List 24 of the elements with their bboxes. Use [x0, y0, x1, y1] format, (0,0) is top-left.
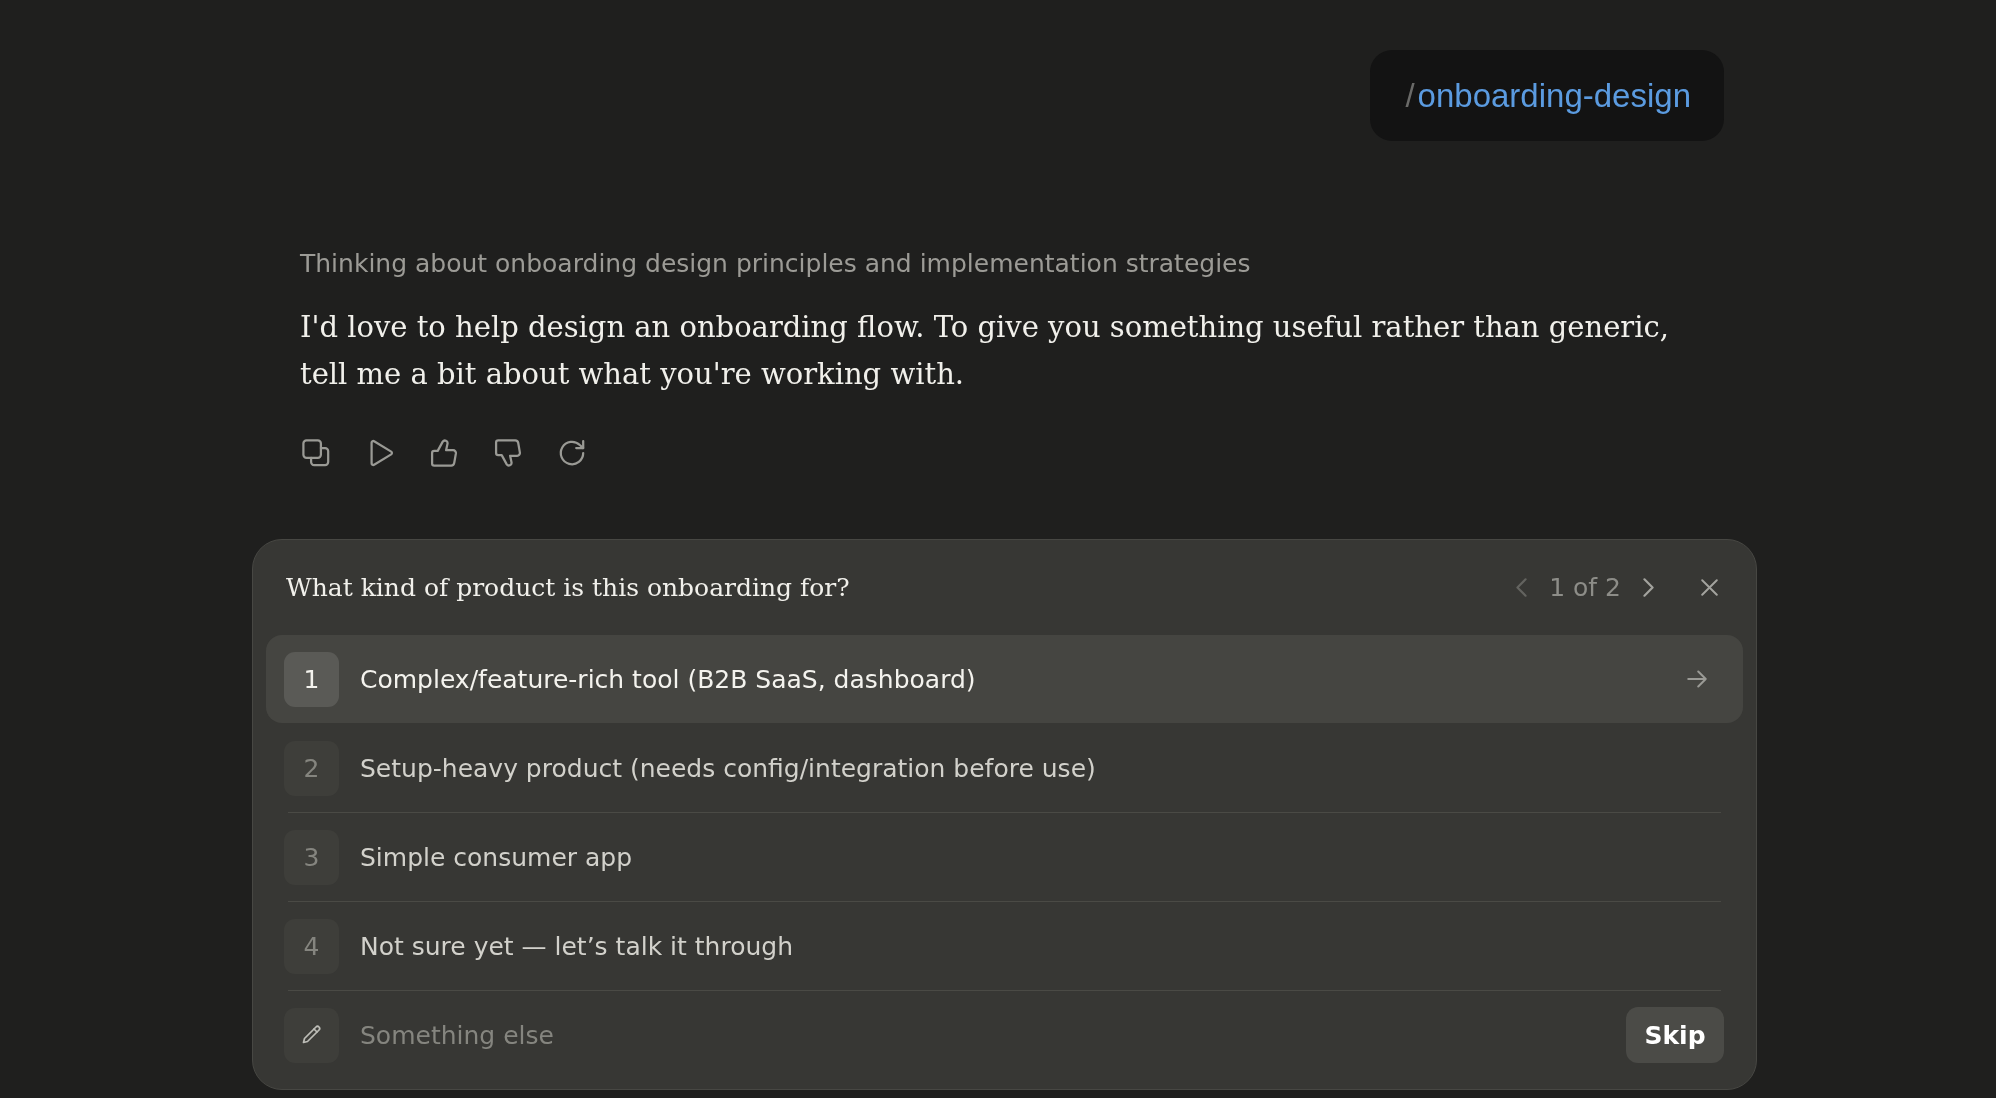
retry-icon[interactable] — [558, 439, 586, 467]
option-number: 3 — [284, 829, 339, 885]
thinking-summary[interactable]: Thinking about onboarding design principles and implementation strategies — [300, 248, 1251, 279]
option-number: 1 — [284, 651, 339, 707]
command-slash: / — [1405, 76, 1415, 115]
assistant-message: I'd love to help design an onboarding flow. To give you something useful rather than generic, tell me a bit about what you're working with. — [300, 309, 1670, 393]
thumbs-up-icon[interactable] — [430, 439, 458, 467]
copy-icon[interactable] — [302, 439, 330, 467]
chevron-right-icon[interactable] — [1643, 578, 1654, 597]
option-item[interactable]: 1 Complex/feature-rich tool (B2B SaaS, dashboard) — [266, 635, 1743, 723]
option-item[interactable]: 4 Not sure yet — let’s talk it through — [266, 902, 1743, 990]
option-number: 4 — [284, 918, 339, 974]
thumbs-down-icon[interactable] — [494, 439, 522, 467]
pencil-icon — [284, 1007, 339, 1063]
option-item[interactable]: 2 Setup-heavy product (needs config/integration before use) — [266, 724, 1743, 812]
command-name: onboarding-design — [1417, 76, 1691, 115]
skip-button[interactable]: Skip — [1626, 1007, 1724, 1063]
option-number: 2 — [284, 740, 339, 796]
close-icon[interactable] — [1701, 579, 1718, 596]
other-answer-field[interactable]: Something else — [360, 1020, 1606, 1050]
arrow-right-icon — [1687, 670, 1707, 688]
page-counter: 1 of 2 — [1549, 573, 1621, 602]
question-title: What kind of product is this onboarding for? — [286, 573, 850, 602]
option-item[interactable]: 3 Simple consumer app — [266, 813, 1743, 901]
